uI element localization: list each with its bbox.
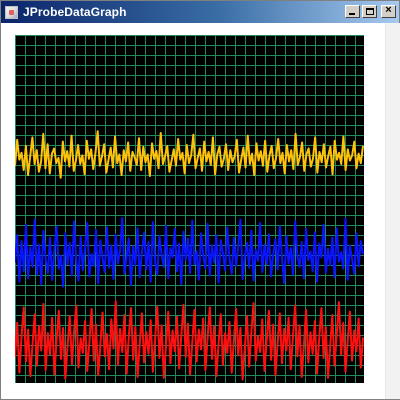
data-graph (15, 35, 364, 383)
side-panel (385, 23, 400, 399)
window-controls: × (345, 4, 396, 18)
java-app-icon[interactable] (5, 5, 18, 19)
title-bar[interactable]: JProbeDataGraph × (1, 1, 399, 23)
application-window: JProbeDataGraph × (0, 0, 400, 400)
close-button[interactable]: × (381, 4, 396, 18)
window-title: JProbeDataGraph (23, 5, 127, 19)
maximize-icon (366, 8, 374, 15)
maximize-button[interactable] (362, 5, 377, 18)
minimize-icon (349, 13, 355, 15)
close-icon: × (385, 4, 392, 16)
plot-background (15, 35, 364, 383)
minimize-button[interactable] (345, 5, 360, 18)
